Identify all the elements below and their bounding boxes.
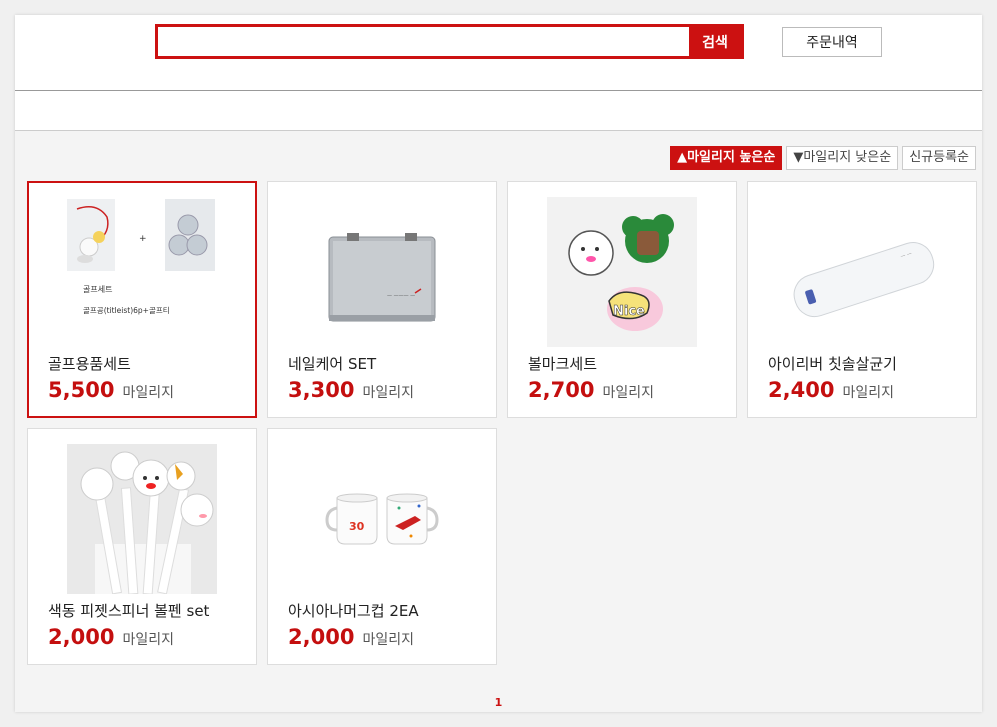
page-number-current[interactable]: 1: [495, 696, 503, 709]
product-price: 2,000: [288, 625, 355, 649]
product-price: 3,300: [288, 378, 355, 402]
product-name: 네일케어 SET: [288, 355, 377, 373]
product-price: 2,400: [768, 378, 835, 402]
asiana-mug-cups-image: 30: [307, 444, 457, 594]
price-unit: 마일리지: [362, 385, 414, 401]
golf-set-image: + 골프세트 골프공(titleist)6p+골프티: [67, 197, 217, 347]
svg-text:+: +: [139, 234, 147, 244]
price-row: 2,000 마일리지: [288, 625, 414, 649]
order-history-button[interactable]: 주문내역: [782, 27, 882, 57]
svg-text:— ——— —: — ——— —: [387, 293, 415, 299]
sort-newest-button[interactable]: 신규등록순: [902, 146, 976, 170]
product-card[interactable]: 30 아시아나머그컵 2EA 2,000 마일리지: [267, 428, 497, 665]
sort-mileage-low-button[interactable]: ▼마일리지 낮은순: [786, 146, 899, 170]
image-caption: 골프세트: [83, 285, 112, 294]
page-frame: 검색 주문내역 ▲마일리지 높은순 ▼마일리지 낮은순 신규등록순 + 골프세트…: [15, 15, 982, 712]
sort-mileage-high-button[interactable]: ▲마일리지 높은순: [670, 146, 783, 170]
ball-marker-set-image: Nice: [547, 197, 697, 347]
search-input[interactable]: [158, 27, 689, 56]
product-name: 골프용품세트: [48, 355, 131, 373]
product-price: 5,500: [48, 378, 115, 402]
price-row: 2,400 마일리지: [768, 378, 894, 402]
price-unit: 마일리지: [842, 385, 894, 401]
product-name: 볼마크세트: [528, 355, 598, 373]
nail-care-case-image: — ——— —: [307, 197, 457, 347]
product-card[interactable]: — ——— — 네일케어 SET 3,300 마일리지: [267, 181, 497, 418]
divider: [15, 130, 982, 131]
price-row: 2,700 마일리지: [528, 378, 654, 402]
header-bar: 검색 주문내역: [15, 15, 982, 91]
product-name: 아시아나머그컵 2EA: [288, 602, 419, 620]
price-row: 2,000 마일리지: [48, 625, 174, 649]
image-caption: 30: [349, 520, 365, 533]
product-card[interactable]: Nice 볼마크세트 2,700 마일리지: [507, 181, 737, 418]
product-card[interactable]: + 골프세트 골프공(titleist)6p+골프티 골프용품세트 5,500 …: [27, 181, 257, 418]
price-row: 3,300 마일리지: [288, 378, 414, 402]
price-row: 5,500 마일리지: [48, 378, 174, 402]
search-button[interactable]: 검색: [689, 27, 741, 56]
fidget-pen-set-image: [67, 444, 217, 594]
search-box: 검색: [155, 24, 744, 59]
pagination: 1: [15, 691, 982, 710]
image-caption: 골프공(titleist)6p+골프티: [83, 306, 170, 315]
price-unit: 마일리지: [362, 632, 414, 648]
product-name: 아이리버 칫솔살균기: [768, 355, 897, 373]
price-unit: 마일리지: [122, 385, 174, 401]
price-unit: 마일리지: [602, 385, 654, 401]
sort-options: ▲마일리지 높은순 ▼마일리지 낮은순 신규등록순: [670, 146, 976, 170]
product-price: 2,700: [528, 378, 595, 402]
image-caption: Nice: [613, 304, 645, 319]
product-card[interactable]: 색동 피젯스피너 볼펜 set 2,000 마일리지: [27, 428, 257, 665]
product-name: 색동 피젯스피너 볼펜 set: [48, 602, 210, 620]
price-unit: 마일리지: [122, 632, 174, 648]
sub-bar: [15, 91, 982, 130]
product-card[interactable]: — — 아이리버 칫솔살균기 2,400 마일리지: [747, 181, 977, 418]
toothbrush-sterilizer-image: — —: [787, 197, 937, 347]
product-price: 2,000: [48, 625, 115, 649]
